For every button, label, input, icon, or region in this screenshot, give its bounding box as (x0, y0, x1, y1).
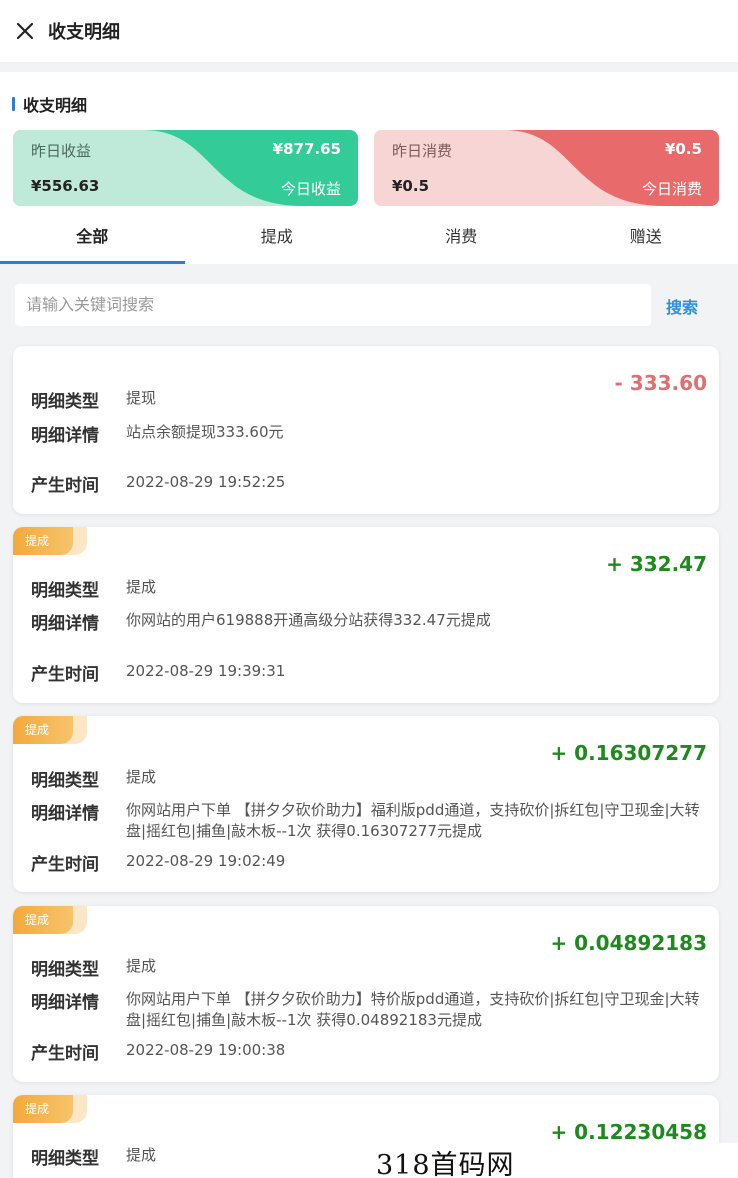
record-amount: + 332.47 (606, 552, 707, 576)
type-value: 提成 (126, 578, 157, 596)
time-label: 产生时间 (31, 476, 99, 496)
yesterday-income-label: 昨日收益 (31, 142, 92, 160)
type-label: 明细类型 (31, 392, 99, 412)
summary-section: 收支明细 昨日收益 ¥877.65 ¥556.63 今日收益 昨日消费 ¥0.5… (0, 72, 738, 264)
record-detail-row: 明细详情 你网站用户下单 【拼夕夕砍价助力】福利版pdd通道，支持砍价|拆红包|… (31, 799, 701, 842)
type-label: 明细类型 (31, 960, 99, 980)
record-card[interactable]: 提成 + 0.16307277 明细类型 提成 明细详情 你网站用户下单 【拼夕… (13, 716, 719, 892)
commission-badge: 提成 (13, 716, 73, 744)
top-bar: 收支明细 (0, 0, 738, 62)
commission-badge: 提成 (13, 906, 73, 934)
tab-all[interactable]: 全部 (0, 218, 185, 264)
detail-value: 站点余额提现333.60元 (126, 423, 284, 441)
type-value: 提成 (126, 957, 157, 975)
record-time-row: 产生时间 2022-08-29 19:39:31 (31, 660, 701, 685)
record-amount: + 0.04892183 (550, 931, 707, 955)
search-input[interactable] (15, 284, 651, 326)
section-title: 收支明细 (12, 92, 87, 116)
tab-gift[interactable]: 赠送 (554, 218, 738, 264)
tab-commission[interactable]: 提成 (185, 218, 370, 264)
detail-value: 你网站用户下单 【拼夕夕砍价助力】特价版pdd通道，支持砍价|拆红包|守卫现金|… (126, 990, 700, 1029)
time-label: 产生时间 (31, 665, 99, 685)
detail-value: 你网站的用户619888开通高级分站获得332.47元提成 (126, 611, 491, 629)
type-label: 明细类型 (31, 771, 99, 791)
time-label: 产生时间 (31, 855, 99, 875)
record-time-row: 产生时间 2022-08-29 19:02:49 (31, 850, 701, 875)
yesterday-expense-value: ¥0.5 (392, 177, 430, 195)
record-card[interactable]: 提成 + 332.47 明细类型 提成 明细详情 你网站的用户619888开通高… (13, 527, 719, 703)
tab-bar: 全部 提成 消费 赠送 (0, 218, 738, 264)
record-type-row: 明细类型 提成 (31, 766, 701, 791)
record-type-row: 明细类型 提现 (31, 387, 701, 412)
income-card: 昨日收益 ¥877.65 ¥556.63 今日收益 (13, 130, 358, 206)
tab-consumption[interactable]: 消费 (369, 218, 554, 264)
close-icon[interactable] (10, 16, 40, 46)
record-detail-row: 明细详情 你网站的用户619888开通高级分站获得332.47元提成 (31, 609, 701, 634)
time-value: 2022-08-29 19:39:31 (126, 662, 286, 680)
time-value: 2022-08-29 19:00:38 (126, 1041, 286, 1059)
type-label: 明细类型 (31, 581, 99, 601)
watermark: 318首码网 www.e318.com (372, 1143, 738, 1178)
section-title-text: 收支明细 (23, 96, 88, 115)
record-detail-row: 明细详情 站点余额提现333.60元 (31, 421, 701, 446)
detail-label: 明细详情 (31, 614, 99, 634)
record-type-row: 明细类型 提成 (31, 955, 701, 980)
today-expense-label: 今日消费 (641, 180, 702, 198)
record-amount: + 0.16307277 (550, 741, 707, 765)
record-card[interactable]: - 333.60 明细类型 提现 明细详情 站点余额提现333.60元 产生时间… (13, 346, 719, 514)
yesterday-income-value: ¥556.63 (31, 177, 100, 195)
time-value: 2022-08-29 19:02:49 (126, 852, 286, 870)
detail-label: 明细详情 (31, 426, 99, 446)
expense-card: 昨日消费 ¥0.5 ¥0.5 今日消费 (374, 130, 719, 206)
detail-value: 你网站用户下单 【拼夕夕砍价助力】福利版pdd通道，支持砍价|拆红包|守卫现金|… (126, 801, 700, 840)
time-value: 2022-08-29 19:52:25 (126, 473, 286, 491)
time-label: 产生时间 (31, 1044, 99, 1064)
type-label: 明细类型 (31, 1149, 99, 1169)
search-button[interactable]: 搜索 (666, 294, 698, 318)
commission-badge: 提成 (13, 1095, 73, 1123)
detail-label: 明细详情 (31, 993, 99, 1013)
type-value: 提现 (126, 389, 157, 407)
record-time-row: 产生时间 2022-08-29 19:52:25 (31, 471, 701, 496)
record-detail-row: 明细详情 你网站用户下单 【拼夕夕砍价助力】特价版pdd通道，支持砍价|拆红包|… (31, 988, 701, 1031)
today-income-value: ¥877.65 (272, 140, 341, 158)
detail-label: 明细详情 (31, 804, 99, 824)
commission-badge: 提成 (13, 527, 73, 555)
yesterday-expense-label: 昨日消费 (392, 142, 453, 160)
record-card[interactable]: 提成 + 0.04892183 明细类型 提成 明细详情 你网站用户下单 【拼夕… (13, 906, 719, 1082)
today-income-label: 今日收益 (280, 180, 341, 198)
page-title: 收支明细 (48, 22, 120, 43)
title-accent-bar (12, 97, 15, 111)
record-amount: + 0.12230458 (550, 1120, 707, 1144)
type-value: 提成 (126, 768, 157, 786)
record-time-row: 产生时间 2022-08-29 19:00:38 (31, 1039, 701, 1064)
record-type-row: 明细类型 提成 (31, 576, 701, 601)
today-expense-value: ¥0.5 (664, 140, 702, 158)
